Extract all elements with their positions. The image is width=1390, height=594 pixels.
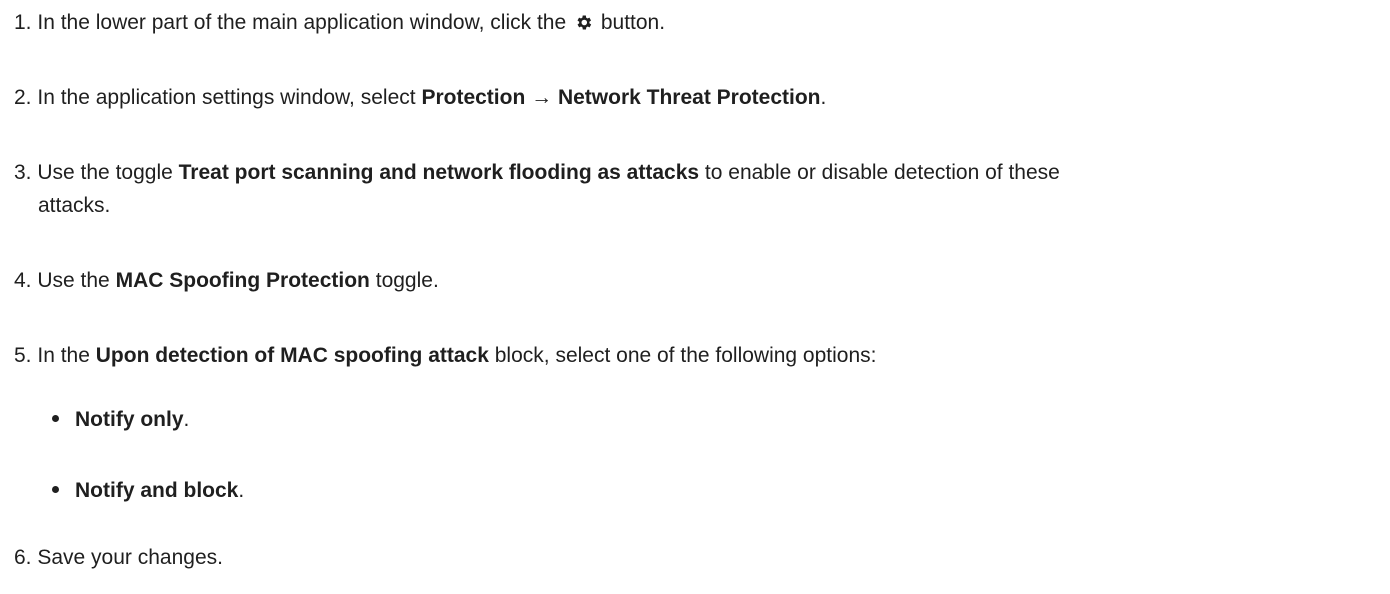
step-text: Use the toggle — [37, 161, 173, 184]
option-label: Notify and block — [75, 479, 239, 502]
step-text: Use the — [37, 269, 110, 292]
step-number: 3. — [14, 161, 32, 184]
step-2: 2. In the application settings window, s… — [14, 81, 1384, 114]
step-number: 6. — [14, 546, 32, 569]
step-text-after: block, select one of the following optio… — [494, 344, 877, 367]
step-3: 3. Use the toggle Treat port scanning an… — [14, 156, 1384, 189]
step-text: In the — [37, 344, 90, 367]
step-number: 1. — [14, 11, 32, 34]
step-text: In the application settings window, sele… — [37, 86, 416, 109]
bullet-dot — [52, 414, 59, 422]
toggle-name: MAC Spoofing Protection — [115, 269, 370, 292]
step-6: 6. Save your changes. — [14, 541, 1384, 574]
step-number: 2. — [14, 86, 32, 109]
step-text: Save your changes. — [37, 546, 223, 569]
step-1: 1. In the lower part of the main applica… — [14, 6, 1384, 39]
step-5: 5. In the Upon detection of MAC spoofing… — [14, 339, 1384, 372]
option-label: Notify only — [75, 408, 184, 431]
menu-path: Protection → Network Threat Protection — [421, 86, 821, 109]
step-text-after: to enable or disable detection of these — [704, 161, 1060, 184]
step-text-after-icon: button. — [600, 11, 666, 34]
step-3-continued: attacks. — [14, 189, 1390, 222]
option-notify-only: Notify only. — [52, 403, 189, 436]
option-punct: . — [183, 408, 190, 431]
block-name: Upon detection of MAC spoofing attack — [95, 344, 489, 367]
gear-icon — [577, 15, 592, 30]
option-punct: . — [238, 479, 245, 502]
step-punct: . — [820, 86, 827, 109]
step-text-wrap: attacks. — [38, 194, 111, 217]
step-number: 4. — [14, 269, 32, 292]
step-4: 4. Use the MAC Spoofing Protection toggl… — [14, 264, 1384, 297]
step-number: 5. — [14, 344, 32, 367]
step-text-after: toggle. — [375, 269, 439, 292]
step-text: In the lower part of the main applicatio… — [37, 11, 567, 34]
option-notify-and-block: Notify and block. — [52, 474, 244, 507]
toggle-name: Treat port scanning and network flooding… — [178, 161, 700, 184]
bullet-dot — [52, 485, 59, 493]
